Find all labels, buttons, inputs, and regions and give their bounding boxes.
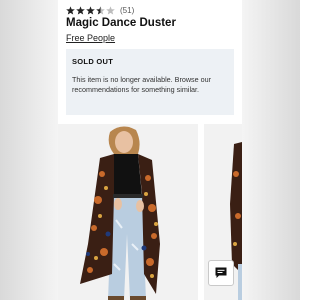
chat-button[interactable]	[208, 260, 234, 286]
rating-count: (51)	[120, 5, 135, 15]
star-icon	[86, 5, 95, 15]
rating-stars	[66, 5, 115, 15]
star-icon	[66, 5, 75, 15]
product-page: (51) Magic Dance Duster Free People SOLD…	[58, 0, 242, 300]
chat-icon	[215, 267, 227, 278]
star-empty-icon	[106, 5, 115, 15]
star-half-icon	[96, 5, 105, 15]
rating-row[interactable]: (51)	[66, 4, 134, 16]
product-title: Magic Dance Duster	[66, 17, 176, 29]
right-blur-background	[242, 0, 300, 300]
sold-out-message: This item is no longer available. Browse…	[72, 75, 212, 94]
sold-out-notice: SOLD OUT This item is no longer availabl…	[66, 49, 234, 115]
sold-out-title: SOLD OUT	[72, 57, 114, 66]
star-icon	[76, 5, 85, 15]
left-blur-background	[0, 0, 58, 300]
product-image[interactable]	[58, 124, 198, 300]
brand-link[interactable]: Free People	[66, 33, 115, 43]
